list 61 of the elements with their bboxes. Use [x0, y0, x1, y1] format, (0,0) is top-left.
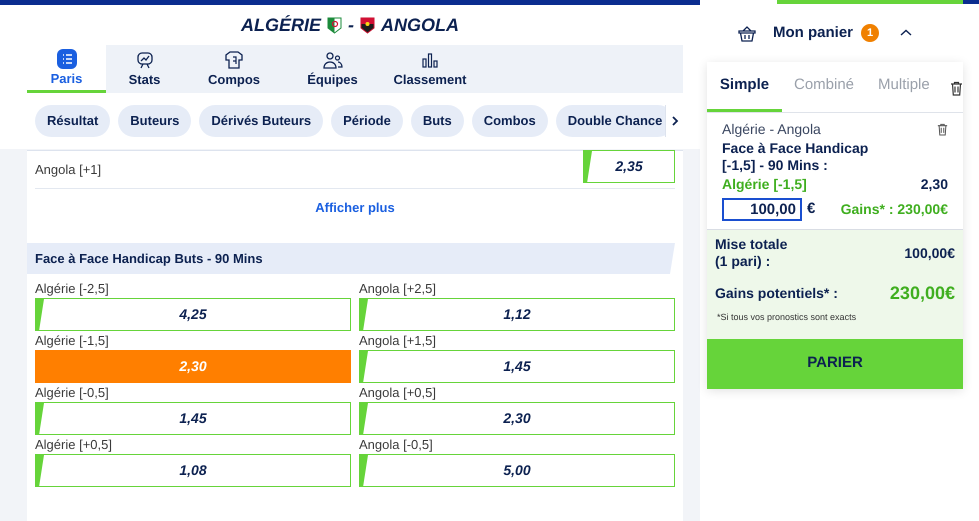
odds-button[interactable]: 2,30	[359, 402, 675, 435]
total-value: 100,00€	[904, 244, 955, 262]
flag-icon	[360, 16, 375, 34]
tab[interactable]: Paris	[27, 45, 106, 93]
total-label: Mise totale (1 pari) :	[715, 236, 788, 270]
team-name: ANGOLA	[381, 14, 459, 36]
jersey-icon	[224, 50, 244, 70]
market-title: Face à Face Handicap Buts - 90 Mins	[35, 250, 263, 268]
currency-label: €	[807, 199, 816, 220]
filter-chip[interactable]: Résultat	[35, 105, 110, 137]
outcome-label: Algérie [-1,5]	[35, 332, 110, 350]
chart-icon	[134, 50, 154, 70]
disclaimer-text: *Si tous vos pronostics sont exacts	[717, 311, 858, 324]
outcome-label: Angola [+2,5]	[359, 280, 437, 298]
odds-button[interactable]: 5,00	[359, 454, 675, 487]
filter-chip[interactable]: Double Chance	[556, 105, 665, 137]
outcome-label: Algérie [-0,5]	[35, 384, 110, 402]
chevron-right-icon[interactable]	[670, 115, 680, 127]
bet-selection: Algérie [-1,5]	[722, 175, 807, 194]
separator: -	[348, 14, 354, 36]
chevron-up-icon[interactable]	[900, 29, 912, 37]
tab[interactable]: Compos	[183, 45, 285, 93]
team-name: ALGÉRIE	[240, 14, 321, 36]
bet-odds: 2,30	[920, 175, 948, 194]
bet-market: Face à Face Handicap [-1,5] - 90 Mins :	[722, 140, 870, 174]
bet-gains: Gains* : 230,00€	[840, 200, 948, 219]
odds-button[interactable]: 1,45	[35, 402, 351, 435]
filter-chip[interactable]: Buteurs	[118, 105, 192, 137]
count-badge: 1	[861, 24, 880, 42]
trash-icon[interactable]	[950, 81, 963, 96]
outcome-label: Angola [+0,5]	[359, 384, 437, 402]
bet-match: Algérie - Angola	[722, 120, 821, 139]
filter-chip[interactable]: Combos	[472, 105, 548, 137]
basket-title: Mon panier	[773, 22, 854, 43]
odds-button[interactable]: 2,35	[583, 150, 675, 183]
filter-chip[interactable]: Buts	[410, 105, 464, 137]
trash-icon[interactable]	[937, 123, 948, 136]
tab[interactable]: Classement	[380, 45, 480, 93]
potential-label: Gains potentiels* :	[715, 284, 838, 303]
filter-chip[interactable]: Période	[331, 105, 403, 137]
odds-button[interactable]: 1,12	[359, 298, 675, 331]
filter-chip[interactable]: Dérivés Buteurs	[199, 105, 324, 137]
outcome-label: Angola [+1,5]	[359, 332, 437, 350]
bet-button[interactable]: PARIER	[707, 338, 963, 388]
flag-icon	[327, 16, 342, 34]
people-icon	[322, 50, 342, 70]
potential-value: 230,00€	[890, 282, 955, 305]
basket-icon	[738, 24, 756, 42]
odds-button[interactable]: 4,25	[35, 298, 351, 331]
basket-tab[interactable]: Simple	[707, 61, 782, 112]
outcome-label: Angola [+1]	[35, 160, 102, 179]
tab[interactable]: Stats	[106, 45, 183, 93]
outcome-label: Angola [-0,5]	[359, 436, 434, 454]
odds-button[interactable]: 1,08	[35, 454, 351, 487]
odds-button[interactable]: 1,45	[359, 350, 675, 383]
outcome-label: Algérie [+0,5]	[35, 436, 113, 454]
list-icon	[56, 48, 76, 68]
tab[interactable]: Équipes	[285, 45, 380, 93]
show-more-link[interactable]: Afficher plus	[315, 198, 395, 218]
stake-input[interactable]: 100,00	[722, 198, 802, 221]
outcome-label: Algérie [-2,5]	[35, 280, 110, 298]
